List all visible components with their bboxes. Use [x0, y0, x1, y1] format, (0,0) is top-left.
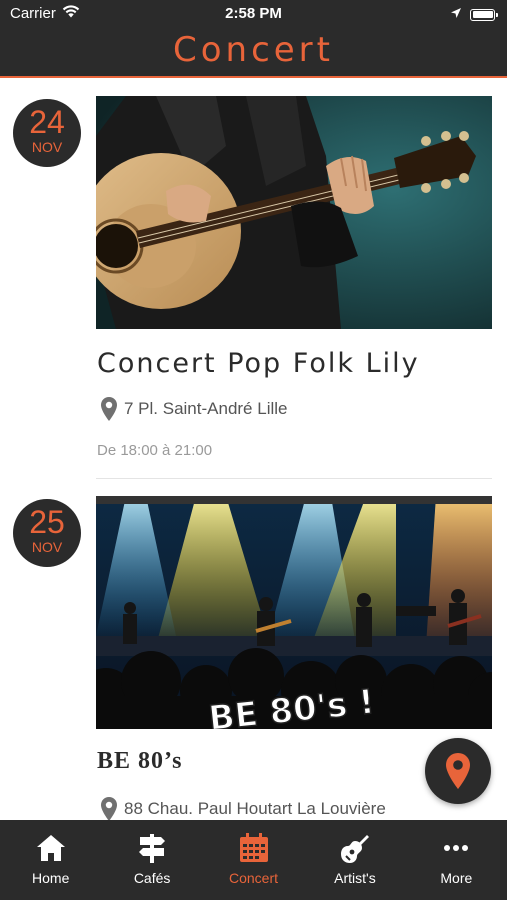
tab-more[interactable]: More	[406, 820, 507, 900]
app-header: Carrier 2:58 PM Concert	[0, 0, 507, 78]
event-title[interactable]: BE 80’s	[97, 748, 182, 775]
date-month: NOV	[31, 139, 63, 155]
guitar-photo	[96, 96, 492, 329]
map-pin-icon	[101, 397, 117, 421]
tab-concert[interactable]: Concert	[203, 820, 304, 900]
event-title[interactable]: Concert Pop Folk Lily	[97, 348, 420, 379]
map-pin-icon	[101, 797, 117, 820]
map-fab-button[interactable]	[425, 738, 491, 804]
calendar-icon	[239, 833, 268, 862]
guitar-icon	[340, 835, 369, 863]
tab-artists[interactable]: Artist's	[304, 820, 405, 900]
event-address[interactable]: 7 Pl. Saint-André Lille	[100, 396, 287, 422]
stage-photo: BE 80's !	[96, 496, 492, 729]
address-text: 88 Chau. Paul Houtart La Louvière	[124, 799, 386, 818]
event-address[interactable]: 88 Chau. Paul Houtart La Louvière	[100, 796, 386, 820]
home-icon	[36, 835, 65, 861]
date-day: 24	[29, 104, 65, 140]
event-list[interactable]: 24 NOV Concert Pop Folk Lily 7 Pl. Saint…	[0, 80, 507, 820]
event-image[interactable]	[96, 96, 492, 329]
address-text: 7 Pl. Saint-André Lille	[124, 399, 288, 418]
tab-cafes[interactable]: Cafés	[101, 820, 202, 900]
tab-label: Concert	[229, 870, 279, 886]
date-badge: 24 NOV	[13, 99, 81, 167]
tab-label: More	[440, 870, 473, 886]
battery-icon	[470, 8, 498, 21]
date-month: NOV	[31, 539, 63, 555]
status-bar: Carrier 2:58 PM	[0, 0, 507, 28]
tab-label: Artist's	[334, 870, 376, 886]
date-badge: 25 NOV	[13, 499, 81, 567]
tab-label: Home	[32, 870, 70, 886]
map-pin-icon	[446, 753, 470, 789]
signpost-icon	[139, 834, 166, 863]
event-image[interactable]: BE 80's !	[96, 496, 492, 729]
tab-label: Cafés	[133, 870, 171, 886]
tab-bar: Home Cafés Concert Artist's More	[0, 820, 507, 900]
page-title: Concert	[172, 30, 334, 70]
location-arrow-icon	[450, 6, 462, 23]
status-right	[450, 6, 498, 23]
more-icon	[444, 845, 469, 851]
status-time: 2:58 PM	[225, 5, 282, 22]
tab-home[interactable]: Home	[0, 820, 101, 900]
date-day: 25	[29, 504, 65, 540]
divider	[96, 478, 492, 479]
event-time: De 18:00 à 21:00	[97, 442, 213, 459]
